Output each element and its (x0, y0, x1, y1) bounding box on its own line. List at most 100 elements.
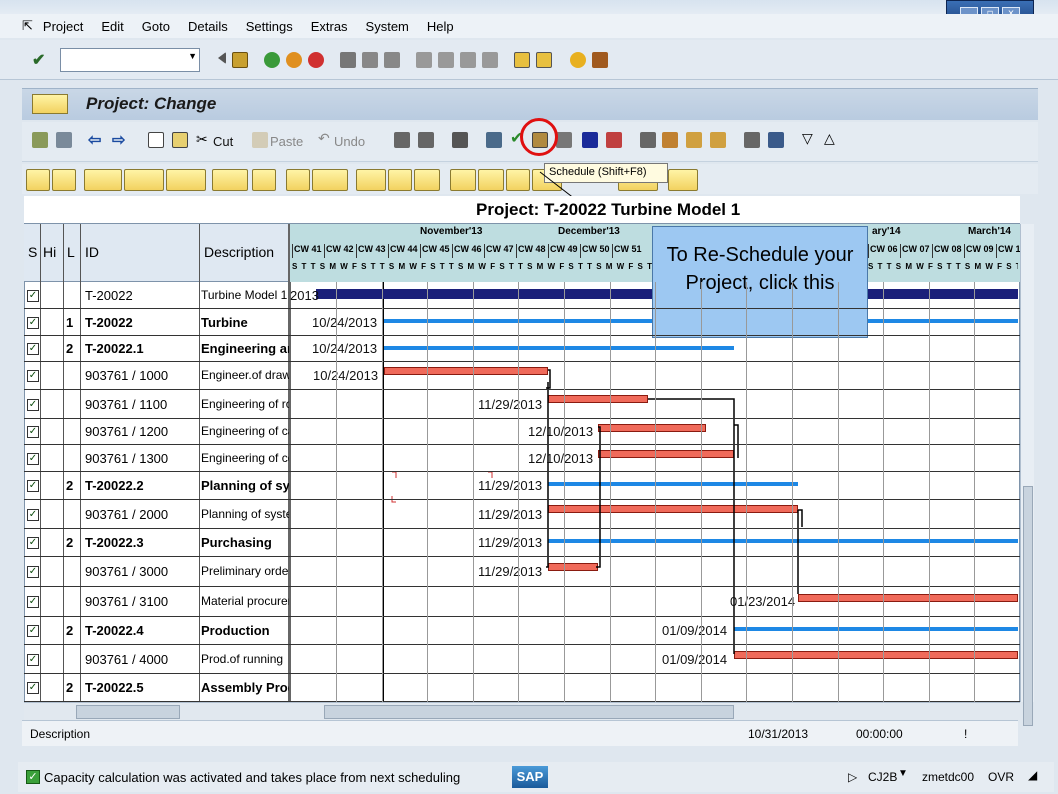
row-checkbox[interactable]: ✓ (27, 343, 39, 355)
col-hi[interactable]: Hi (43, 244, 56, 260)
save-icon[interactable] (232, 52, 248, 68)
menu-project[interactable]: Project (43, 19, 83, 34)
detail-button[interactable] (388, 169, 412, 191)
find-next-icon[interactable] (384, 52, 400, 68)
chevron-down-icon[interactable]: ▼ (188, 51, 197, 61)
filter-up-icon[interactable]: △ (824, 130, 835, 147)
col-id[interactable]: ID (85, 244, 99, 260)
settings-icon[interactable] (768, 132, 784, 148)
menu-settings[interactable]: Settings (246, 19, 293, 34)
row-checkbox[interactable]: ✓ (27, 452, 39, 465)
edit-button[interactable] (212, 169, 248, 191)
chart-icon[interactable] (662, 132, 678, 148)
structure-button[interactable] (286, 169, 310, 191)
layout-menu-icon[interactable] (592, 52, 608, 68)
row-hierarchy: 1 (66, 314, 74, 330)
col-s[interactable]: S (28, 244, 37, 260)
row-checkbox[interactable]: ✓ (27, 426, 39, 438)
row-checkbox[interactable]: ✓ (27, 596, 39, 608)
undo-button[interactable]: Undo (334, 134, 365, 149)
new-icon[interactable] (148, 132, 164, 148)
row-checkbox[interactable]: ✓ (27, 290, 39, 302)
vertical-scrollbar[interactable] (1020, 224, 1034, 726)
row-checkbox[interactable]: ✓ (27, 398, 39, 411)
transaction-code[interactable]: CJ2B (868, 770, 897, 784)
status-icon[interactable] (606, 132, 622, 148)
help-icon[interactable] (570, 52, 586, 68)
row-checkbox[interactable]: ✓ (27, 480, 39, 492)
filter-down-icon[interactable]: ▽ (802, 130, 813, 147)
paste-button[interactable]: Paste (270, 134, 303, 149)
menu-goto[interactable]: Goto (142, 19, 170, 34)
horizontal-scrollbar[interactable] (24, 702, 1020, 720)
status-message[interactable]: Capacity calculation was activated and t… (44, 770, 460, 785)
indent-icon[interactable] (394, 132, 410, 148)
col-description[interactable]: Description (204, 244, 274, 260)
layout-button[interactable] (506, 169, 530, 191)
filter-button[interactable] (84, 169, 122, 191)
row-checkbox[interactable]: ✓ (27, 653, 39, 666)
copy-icon[interactable] (172, 132, 188, 148)
first-page-icon[interactable] (416, 52, 432, 68)
arrow-right-icon[interactable]: ⇨ (112, 130, 125, 150)
row-checkbox[interactable]: ✓ (27, 537, 39, 549)
display-change-icon[interactable] (32, 94, 68, 114)
arrow-left-icon[interactable]: ⇦ (88, 130, 101, 150)
row-checkbox[interactable]: ✓ (27, 370, 39, 382)
copy-row-button[interactable] (124, 169, 164, 191)
create-session-icon[interactable] (514, 52, 530, 68)
print-icon[interactable] (340, 52, 356, 68)
last-page-icon[interactable] (482, 52, 498, 68)
menu-icon[interactable]: ⇱ (22, 18, 33, 34)
menu-details[interactable]: Details (188, 19, 228, 34)
insert-mode[interactable]: OVR (988, 770, 1014, 784)
save-layout-button[interactable] (478, 169, 504, 191)
menu-system[interactable]: System (366, 19, 409, 34)
find-icon[interactable] (362, 52, 378, 68)
network-icon[interactable] (640, 132, 656, 148)
cancel-icon[interactable] (308, 52, 324, 68)
table-icon[interactable] (418, 132, 434, 148)
legend-button[interactable] (668, 169, 698, 191)
row-checkbox[interactable]: ✓ (27, 316, 39, 329)
exit-icon[interactable] (286, 52, 302, 68)
menu-edit[interactable]: Edit (101, 19, 123, 34)
hierarchy-icon[interactable] (686, 132, 702, 148)
row-checkbox[interactable]: ✓ (27, 682, 39, 694)
calculator-icon[interactable] (556, 132, 572, 148)
menu-extras[interactable]: Extras (311, 19, 348, 34)
project-icon[interactable] (32, 132, 48, 148)
col-l[interactable]: L (67, 244, 75, 260)
trash-icon[interactable] (452, 132, 468, 148)
command-field[interactable]: ▼ (60, 48, 200, 72)
overview-icon[interactable] (56, 132, 72, 148)
question-icon[interactable] (710, 132, 726, 148)
scissors-icon[interactable]: ✂ (196, 131, 208, 148)
expand-button[interactable] (26, 169, 50, 191)
back-arrow-icon[interactable] (210, 52, 226, 64)
export-button[interactable] (252, 169, 276, 191)
row-checkbox[interactable]: ✓ (27, 625, 39, 637)
cut-button[interactable]: Cut (213, 134, 233, 149)
wand-button[interactable] (450, 169, 476, 191)
transaction-dropdown-icon[interactable]: ▼ (898, 768, 908, 779)
back-icon[interactable] (264, 52, 280, 68)
previous-page-icon[interactable] (438, 52, 454, 68)
row-checkbox[interactable]: ✓ (27, 566, 39, 578)
row-checkbox[interactable]: ✓ (27, 508, 39, 521)
play-icon[interactable]: ▷ (848, 770, 857, 784)
shortcut-icon[interactable] (536, 52, 552, 68)
gantt-gridline (518, 282, 519, 702)
next-page-icon[interactable] (460, 52, 476, 68)
resize-icon[interactable]: ◢ (1028, 768, 1037, 782)
envelope-icon[interactable] (744, 132, 760, 148)
enter-icon[interactable]: ✔ (32, 50, 45, 70)
print-button[interactable] (166, 169, 206, 191)
check-icon[interactable] (486, 132, 502, 148)
menu-help[interactable]: Help (427, 19, 454, 34)
collapse-button[interactable] (52, 169, 76, 191)
sort-button[interactable] (312, 169, 348, 191)
zoom-button[interactable] (356, 169, 386, 191)
group-button[interactable] (414, 169, 440, 191)
info-icon[interactable] (582, 132, 598, 148)
